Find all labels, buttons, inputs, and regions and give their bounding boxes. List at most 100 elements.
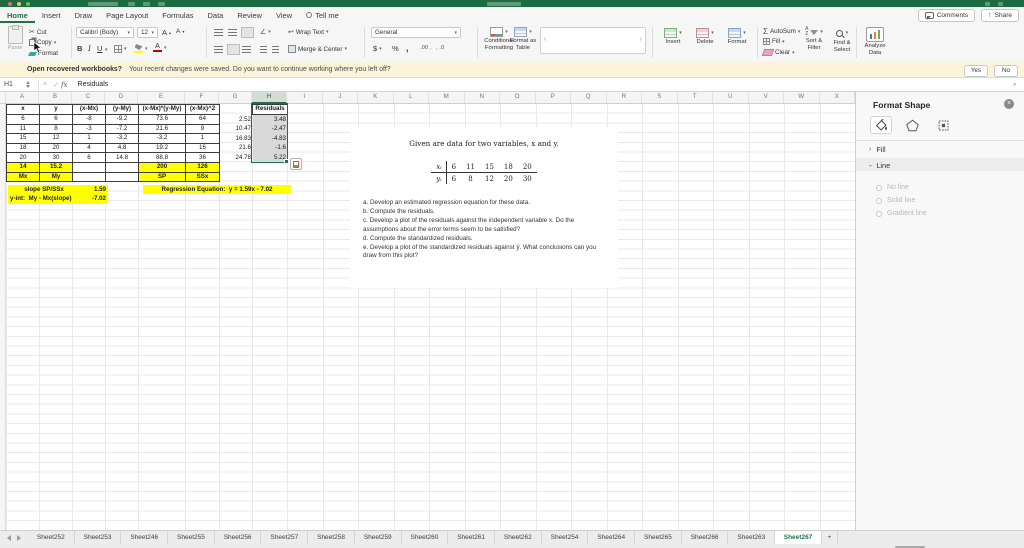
column-header-M[interactable]: M bbox=[429, 92, 465, 103]
panel-close-icon[interactable]: × bbox=[1004, 99, 1014, 109]
ribbon-tab-insert[interactable]: Insert bbox=[35, 7, 68, 23]
wrap-text-button[interactable]: ↩ Wrap Text ▾ bbox=[288, 28, 329, 37]
ribbon-tab-data[interactable]: Data bbox=[201, 7, 231, 23]
account-icon[interactable] bbox=[998, 1, 1003, 6]
sheet-tab-sheet246[interactable]: Sheet246 bbox=[121, 531, 169, 544]
shrink-font-button[interactable]: A ▾ bbox=[176, 28, 184, 35]
cell[interactable]: 11 bbox=[7, 124, 40, 135]
cell[interactable]: 15.2 bbox=[40, 163, 73, 173]
cell[interactable]: 10.47 bbox=[220, 125, 253, 135]
cell[interactable]: 36 bbox=[186, 153, 220, 163]
cell[interactable]: Mx bbox=[7, 172, 40, 183]
worksheet-grid[interactable]: ABCDEFGHIJKLMNOPQRSTUVWX x y (x-Mx) (y-My)(… bbox=[0, 92, 855, 530]
cell[interactable]: 88.8 bbox=[139, 153, 186, 163]
formula-input[interactable]: Residuals bbox=[78, 81, 109, 88]
cancel-entry-icon[interactable]: × bbox=[43, 81, 47, 88]
cell[interactable]: 126 bbox=[186, 163, 220, 173]
column-header-T[interactable]: T bbox=[678, 92, 713, 103]
share-button[interactable]: ↑ Share bbox=[981, 9, 1019, 22]
undo-icon[interactable] bbox=[158, 1, 165, 6]
cell[interactable]: 6 bbox=[73, 153, 106, 163]
column-header-H[interactable]: H bbox=[252, 92, 287, 103]
font-size-select[interactable]: 12 ▾ bbox=[137, 27, 158, 38]
cell[interactable] bbox=[73, 163, 106, 173]
sheet-tab-sheet255[interactable]: Sheet255 bbox=[168, 531, 215, 544]
sort-filter-button[interactable]: A Z ▾ Sort & Filter bbox=[800, 27, 828, 51]
cell[interactable]: SP bbox=[139, 172, 186, 183]
cell[interactable]: -3 bbox=[73, 124, 106, 135]
bold-button[interactable]: B bbox=[77, 44, 82, 53]
cell[interactable]: -3.2 bbox=[106, 134, 139, 144]
gallery-next-icon[interactable]: › bbox=[640, 36, 642, 43]
percent-button[interactable]: % bbox=[392, 44, 399, 53]
cell[interactable]: -3.2 bbox=[139, 134, 186, 144]
comma-style-button[interactable]: , bbox=[406, 43, 409, 53]
gallery-prev-icon[interactable]: ‹ bbox=[544, 36, 546, 43]
sheet-tab-sheet265[interactable]: Sheet265 bbox=[635, 531, 682, 544]
paste-options-button[interactable] bbox=[290, 158, 302, 170]
align-left-icon[interactable] bbox=[214, 46, 223, 53]
paste-button[interactable]: Paste bbox=[3, 25, 27, 52]
no-button[interactable]: No bbox=[994, 64, 1018, 77]
format-cells-button[interactable]: ▾ Format bbox=[722, 28, 752, 46]
currency-button[interactable]: $ ▾ bbox=[373, 44, 382, 53]
cell[interactable]: 2.52 bbox=[220, 115, 253, 125]
zoom-window-icon[interactable] bbox=[26, 1, 30, 6]
ribbon-tab-formulas[interactable]: Formulas bbox=[155, 7, 200, 23]
cell[interactable]: 4.8 bbox=[106, 143, 139, 154]
column-header-F[interactable]: F bbox=[185, 92, 219, 103]
sheet-tab-sheet264[interactable]: Sheet264 bbox=[588, 531, 636, 544]
fill-line-tab[interactable] bbox=[870, 116, 892, 134]
column-header-D[interactable]: D bbox=[105, 92, 138, 103]
cell[interactable]: (y-My) bbox=[106, 105, 139, 115]
size-properties-tab[interactable] bbox=[932, 116, 954, 134]
cell[interactable]: 4 bbox=[73, 143, 106, 154]
cell[interactable]: 9 bbox=[186, 124, 220, 135]
sheet-tab-sheet263[interactable]: Sheet263 bbox=[728, 531, 776, 544]
effects-tab[interactable] bbox=[901, 116, 923, 134]
delete-cells-button[interactable]: ▾ Delete bbox=[690, 28, 720, 46]
align-bottom-icon[interactable] bbox=[241, 27, 254, 38]
ribbon-tab-page-layout[interactable]: Page Layout bbox=[99, 7, 155, 23]
cell[interactable]: 21.6 bbox=[220, 144, 253, 154]
insert-function-icon[interactable]: fx bbox=[61, 81, 68, 89]
cell[interactable]: 6 bbox=[7, 115, 40, 125]
merge-center-button[interactable]: Merge & Center ▾ bbox=[288, 45, 347, 53]
problem-textbox[interactable]: Given are data for two variables, x and … bbox=[350, 127, 618, 288]
save-icon[interactable] bbox=[143, 1, 150, 6]
regression-equation-cell[interactable]: Regression Equation: y = 1.59x - 7.02 bbox=[143, 184, 291, 194]
decrease-indent-icon[interactable] bbox=[260, 46, 267, 53]
fill-section-header[interactable]: › Fill bbox=[869, 145, 886, 154]
sheet-tab-sheet267[interactable]: Sheet267 bbox=[775, 531, 822, 544]
cell[interactable]: 14 bbox=[7, 163, 40, 173]
cell[interactable]: 8 bbox=[40, 124, 73, 135]
cell[interactable]: x bbox=[7, 105, 40, 115]
cut-button[interactable]: ✂ Cut bbox=[29, 28, 47, 37]
confirm-entry-icon[interactable]: ✓ bbox=[53, 81, 59, 89]
cell[interactable]: 1 bbox=[186, 134, 220, 144]
cell[interactable]: 24.78 bbox=[220, 153, 253, 163]
cell[interactable]: 15 bbox=[7, 134, 40, 144]
align-right-icon[interactable] bbox=[242, 46, 251, 53]
column-header-X[interactable]: X bbox=[820, 92, 855, 103]
column-header-K[interactable]: K bbox=[358, 92, 394, 103]
cell[interactable]: (x-Mx) bbox=[73, 105, 106, 115]
yes-button[interactable]: Yes bbox=[964, 64, 988, 77]
column-header-O[interactable]: O bbox=[500, 92, 536, 103]
align-top-icon[interactable] bbox=[214, 29, 223, 36]
cell[interactable]: SSx bbox=[186, 172, 220, 183]
column-header-U[interactable]: U bbox=[713, 92, 749, 103]
cell[interactable]: y bbox=[40, 105, 73, 115]
ribbon-tab-tell-me[interactable]: Tell me bbox=[299, 7, 346, 23]
fill-button[interactable]: Fill ▾ bbox=[763, 38, 785, 45]
column-header-R[interactable]: R bbox=[607, 92, 642, 103]
column-header-J[interactable]: J bbox=[323, 92, 358, 103]
next-sheet-icon[interactable] bbox=[17, 535, 21, 541]
cell[interactable]: 30 bbox=[40, 153, 73, 163]
sheet-tab-sheet254[interactable]: Sheet254 bbox=[541, 531, 589, 544]
selection-outline[interactable] bbox=[251, 103, 289, 164]
prev-sheet-icon[interactable] bbox=[7, 535, 11, 541]
sheet-tab-sheet258[interactable]: Sheet258 bbox=[308, 531, 355, 544]
name-box[interactable]: H1 bbox=[0, 81, 26, 88]
column-header-C[interactable]: C bbox=[72, 92, 105, 103]
